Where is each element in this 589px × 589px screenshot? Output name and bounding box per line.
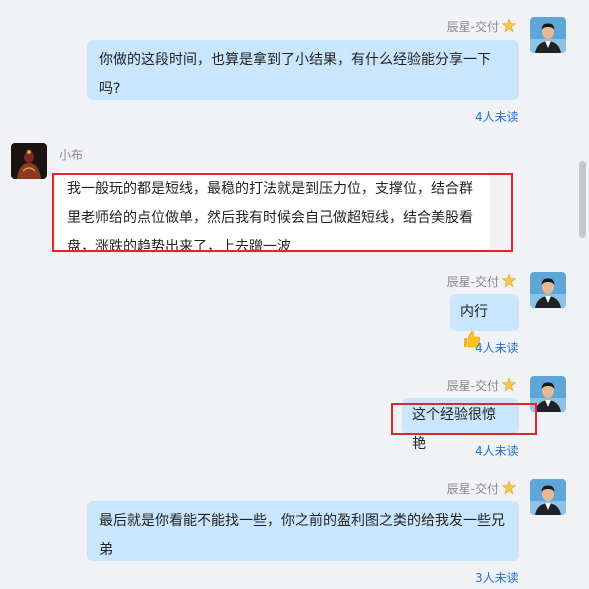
highlight-box xyxy=(52,173,513,252)
message-text: 你做的这段时间，也算是拿到了小结果，有什么经验能分享一下吗? xyxy=(99,52,491,97)
message-text: 最后就是你看能不能找一些，你之前的盈利图之类的给我发一些兄弟 xyxy=(99,513,505,558)
message-bubble[interactable]: 你做的这段时间，也算是拿到了小结果，有什么经验能分享一下吗? xyxy=(87,40,519,100)
read-status[interactable]: 4人未读 xyxy=(475,339,519,356)
avatar[interactable] xyxy=(530,272,566,308)
message-bubble[interactable]: 内行 xyxy=(450,294,519,348)
avatar[interactable] xyxy=(530,17,566,53)
sender-name-label: 辰星-交付 xyxy=(446,275,499,289)
crown-icon xyxy=(501,273,517,292)
avatar[interactable] xyxy=(530,479,566,515)
read-status[interactable]: 3人未读 xyxy=(475,569,519,586)
man-in-suit-avatar-icon xyxy=(530,272,566,308)
crown-icon xyxy=(501,480,517,499)
highlight-box xyxy=(391,403,537,435)
read-status[interactable]: 4人未读 xyxy=(475,442,519,459)
message-text: 内行 xyxy=(460,304,488,320)
sender-name: 辰星-交付 xyxy=(447,377,517,396)
sender-name-label: 辰星-交付 xyxy=(446,20,499,34)
message-bubble[interactable]: 最后就是你看能不能找一些，你之前的盈利图之类的给我发一些兄弟 xyxy=(87,501,519,561)
avatar[interactable] xyxy=(11,143,47,179)
sender-name: 小布 xyxy=(59,148,84,162)
man-in-suit-avatar-icon xyxy=(530,479,566,515)
sender-name-label: 辰星-交付 xyxy=(446,482,499,496)
scrollbar-thumb[interactable] xyxy=(579,161,586,238)
man-in-suit-avatar-icon xyxy=(530,17,566,53)
crown-icon xyxy=(501,377,517,396)
read-status[interactable]: 4人未读 xyxy=(475,108,519,125)
sender-name: 辰星-交付 xyxy=(447,273,517,292)
dark-figure-avatar-icon xyxy=(11,143,47,179)
sender-name: 辰星-交付 xyxy=(447,18,517,37)
sender-name: 辰星-交付 xyxy=(447,480,517,499)
scrollbar[interactable] xyxy=(577,0,589,589)
crown-icon xyxy=(501,18,517,37)
chat-message-list: 辰星-交付 你做的这段时间，也算是拿到了小结果，有什么经验能分享一下吗? 4人未… xyxy=(0,0,589,589)
sender-name-label: 辰星-交付 xyxy=(446,379,499,393)
